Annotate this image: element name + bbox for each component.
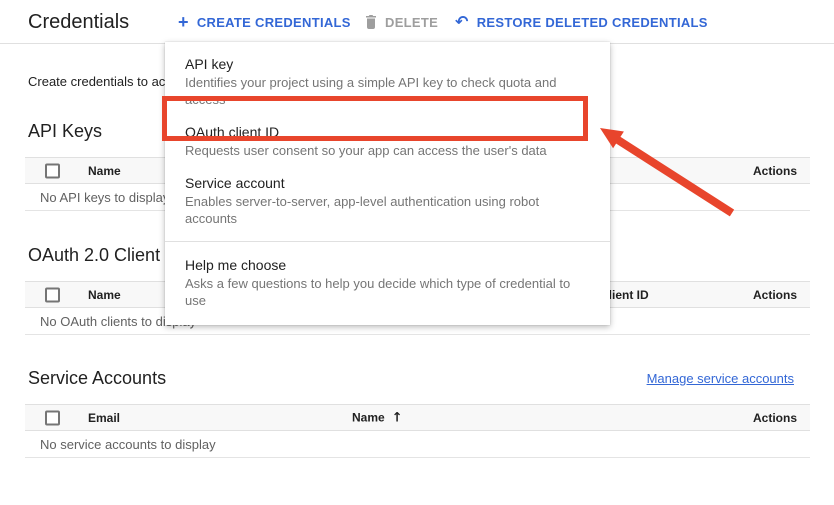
create-credentials-menu: API key Identifies your project using a … (165, 42, 610, 325)
service-accounts-table-header: Email Name ↑ Actions (25, 404, 810, 431)
name-label: Name (352, 411, 385, 425)
column-header-name[interactable]: Name ↑ (352, 410, 403, 425)
column-header-actions: Actions (753, 411, 797, 425)
delete-label: DELETE (385, 15, 438, 30)
trash-icon (365, 15, 377, 29)
credentials-page: Credentials + CREATE CREDENTIALS DELETE … (0, 0, 834, 505)
select-all-checkbox[interactable] (45, 163, 60, 178)
menu-item-title: API key (185, 55, 590, 74)
menu-item-description: Identifies your project using a simple A… (185, 74, 590, 108)
menu-item-title: Help me choose (185, 256, 590, 275)
select-all-checkbox[interactable] (45, 410, 60, 425)
menu-item-help-me-choose[interactable]: Help me choose Asks a few questions to h… (165, 249, 610, 317)
menu-item-description: Requests user consent so your app can ac… (185, 142, 590, 159)
create-credentials-label: CREATE CREDENTIALS (197, 15, 351, 30)
menu-separator (165, 241, 610, 242)
menu-item-title: OAuth client ID (185, 123, 590, 142)
delete-button[interactable]: DELETE (365, 0, 438, 44)
intro-text: Create credentials to ac (28, 74, 165, 89)
menu-item-service-account[interactable]: Service account Enables server-to-server… (165, 167, 610, 235)
column-header-actions: Actions (753, 288, 797, 302)
menu-item-oauth-client-id[interactable]: OAuth client ID Requests user consent so… (165, 116, 610, 167)
menu-item-description: Asks a few questions to help you decide … (185, 275, 590, 309)
restore-deleted-credentials-button[interactable]: ↶ RESTORE DELETED CREDENTIALS (455, 0, 708, 44)
undo-icon: ↶ (455, 14, 469, 30)
select-all-checkbox[interactable] (45, 287, 60, 302)
column-header-name: Name (88, 288, 121, 302)
empty-state-text: No service accounts to display (40, 437, 216, 452)
restore-label: RESTORE DELETED CREDENTIALS (477, 15, 708, 30)
menu-item-description: Enables server-to-server, app-level auth… (185, 193, 590, 227)
menu-item-api-key[interactable]: API key Identifies your project using a … (165, 48, 610, 116)
sort-asc-icon: ↑ (392, 410, 403, 425)
plus-icon: + (178, 13, 189, 31)
toolbar: Credentials + CREATE CREDENTIALS DELETE … (0, 0, 834, 44)
service-accounts-heading: Service Accounts (28, 368, 166, 389)
api-keys-heading: API Keys (28, 121, 102, 142)
service-accounts-table: Email Name ↑ Actions No service accounts… (25, 404, 810, 458)
create-credentials-button[interactable]: + CREATE CREDENTIALS (178, 0, 351, 44)
menu-item-title: Service account (185, 174, 590, 193)
manage-service-accounts-link[interactable]: Manage service accounts (647, 371, 794, 386)
column-header-name: Name (88, 164, 121, 178)
empty-state-text: No API keys to display (40, 190, 169, 205)
column-header-actions: Actions (753, 164, 797, 178)
empty-state-row: No service accounts to display (25, 431, 810, 458)
column-header-email: Email (88, 411, 120, 425)
page-title: Credentials (28, 11, 129, 34)
